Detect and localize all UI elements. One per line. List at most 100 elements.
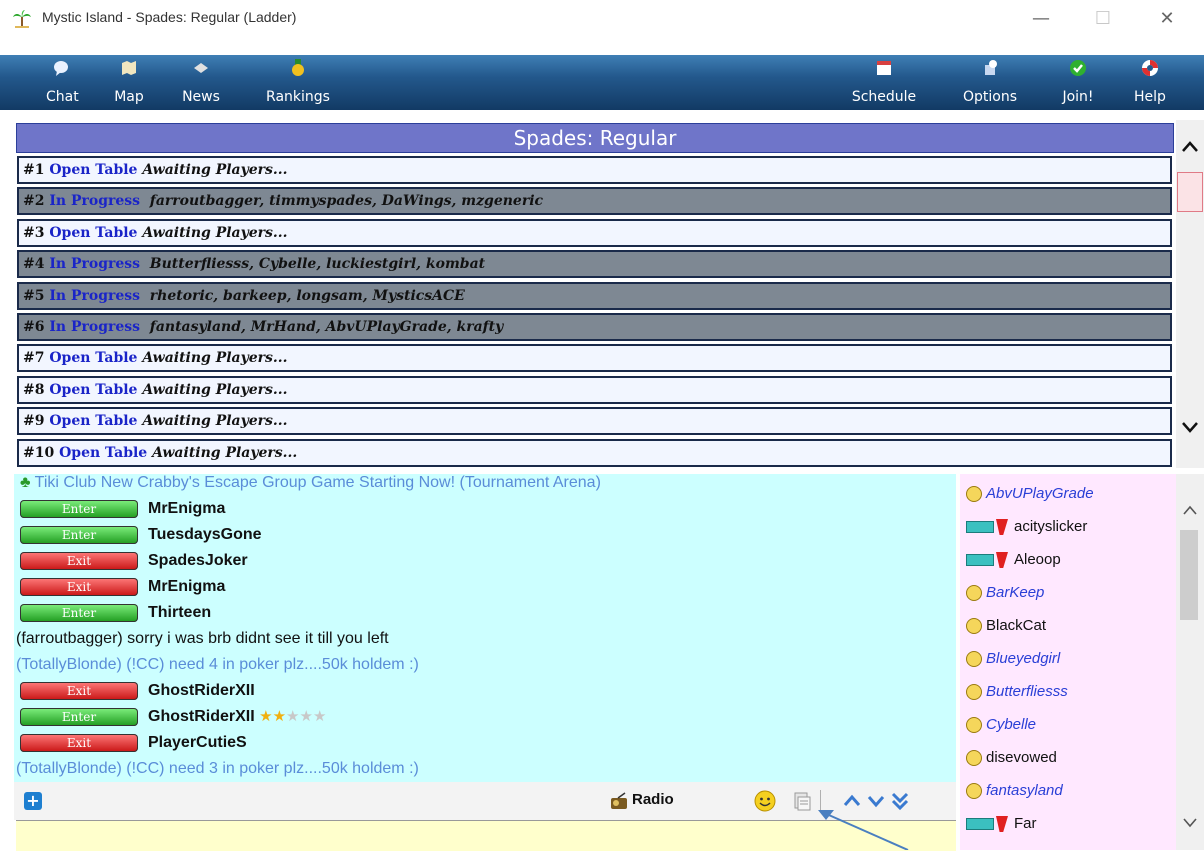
- user-list-item[interactable]: BlackCat: [966, 614, 1046, 638]
- add-button[interactable]: +: [24, 792, 42, 810]
- table-row[interactable]: #8 Open Table Awaiting Players...: [17, 375, 1172, 404]
- table-status-link[interactable]: Open Table: [49, 350, 137, 366]
- scroll-down-chat-icon[interactable]: [866, 792, 886, 810]
- toolbar-join-button[interactable]: Join!: [1056, 59, 1100, 109]
- radio-button[interactable]: Radio: [632, 791, 674, 808]
- table-row[interactable]: #3 Open Table Awaiting Players...: [17, 218, 1172, 247]
- smiley-icon[interactable]: [754, 790, 776, 812]
- medal-icon: [292, 59, 304, 76]
- table-row[interactable]: #9 Open Table Awaiting Players...: [17, 407, 1172, 436]
- user-list-item[interactable]: AbvUPlayGrade: [966, 482, 1094, 506]
- table-list-scrollbar[interactable]: [1176, 120, 1204, 468]
- chat-message: (farroutbagger) sorry i was brb didnt se…: [16, 628, 389, 650]
- table-row[interactable]: #1 Open Table Awaiting Players...: [17, 156, 1172, 184]
- drink-icon: [996, 519, 1008, 536]
- toolbar-map-button[interactable]: Map: [112, 59, 146, 109]
- table-status-link[interactable]: Open Table: [59, 445, 147, 461]
- table-status-link[interactable]: In Progress: [49, 193, 140, 209]
- user-list-item[interactable]: Butterfliesss: [966, 680, 1068, 704]
- chat-input[interactable]: [16, 820, 956, 851]
- table-players: Awaiting Players...: [142, 381, 288, 398]
- user-list-item[interactable]: disevowed: [966, 746, 1057, 770]
- chat-user-name[interactable]: MrEnigma: [148, 578, 225, 595]
- check-icon: [1070, 60, 1086, 76]
- scroll-up-chat-icon[interactable]: [842, 792, 862, 810]
- user-face-icon: [966, 618, 982, 635]
- table-number: #9: [23, 413, 45, 430]
- toolbar-schedule-button[interactable]: Schedule: [846, 59, 922, 109]
- table-status-link[interactable]: Open Table: [49, 162, 137, 178]
- user-list-scrollbar[interactable]: [1176, 474, 1204, 850]
- star-empty-icon: ★: [299, 708, 313, 725]
- table-status-link[interactable]: Open Table: [49, 225, 137, 241]
- chat-user-name[interactable]: SpadesJoker: [148, 552, 248, 569]
- table-row[interactable]: #4 In Progress Butterfliesss, Cybelle, l…: [17, 250, 1172, 279]
- toolbar-news-button[interactable]: News: [180, 59, 222, 109]
- chat-user-name[interactable]: GhostRiderXII: [148, 708, 255, 725]
- user-list-item[interactable]: acityslicker: [966, 515, 1087, 539]
- user-name: Far: [1014, 815, 1037, 832]
- user-name: Aleoop: [1014, 551, 1061, 568]
- room-header: Spades: Regular: [16, 123, 1174, 153]
- user-face-icon: [966, 585, 982, 602]
- scroll-bottom-chat-icon[interactable]: [890, 790, 910, 812]
- minimize-button[interactable]: —: [1018, 0, 1064, 38]
- window-title: Mystic Island - Spades: Regular (Ladder): [42, 9, 297, 25]
- user-name: BlackCat: [986, 617, 1047, 634]
- user-name: Cybelle: [986, 716, 1037, 733]
- table-players: Awaiting Players...: [142, 350, 288, 367]
- table-status-link[interactable]: In Progress: [49, 319, 140, 335]
- chat-message: (TotallyBlonde) (!CC) need 4 in poker pl…: [16, 654, 419, 676]
- user-list-item[interactable]: fantasyland: [966, 779, 1063, 803]
- enter-badge: Enter: [20, 707, 138, 726]
- user-list-item[interactable]: Far: [966, 812, 1037, 836]
- drink-icon: [996, 816, 1008, 833]
- chat-bubble-icon: [54, 61, 68, 76]
- table-players: Awaiting Players...: [142, 413, 288, 430]
- chat-user-name[interactable]: TuesdaysGone: [148, 526, 262, 543]
- table-row[interactable]: #10 Open Table Awaiting Players...: [17, 438, 1172, 467]
- table-players: Awaiting Players...: [142, 224, 288, 241]
- chat-log: ♣ Tiki Club New Crabby's Escape Group Ga…: [14, 474, 956, 782]
- chat-user-name[interactable]: GhostRiderXII: [148, 682, 255, 699]
- table-row[interactable]: #2 In Progress farroutbagger, timmyspade…: [17, 187, 1172, 216]
- chat-exit-line: Exit MrEnigma: [20, 576, 225, 598]
- clipboard-icon[interactable]: [792, 791, 812, 811]
- toolbar-rankings-button[interactable]: Rankings: [262, 59, 334, 109]
- user-scroll-down-icon[interactable]: [1182, 816, 1198, 828]
- user-name: AbvUPlayGrade: [986, 485, 1094, 502]
- maximize-button[interactable]: ☐: [1080, 0, 1126, 38]
- table-number: #3: [23, 224, 45, 241]
- table-row[interactable]: #6 In Progress fantasyland, MrHand, AbvU…: [17, 313, 1172, 341]
- enter-badge: Enter: [20, 525, 138, 544]
- table-row[interactable]: #7 Open Table Awaiting Players...: [17, 344, 1172, 373]
- user-list-item[interactable]: Cybelle: [966, 713, 1036, 737]
- chat-user-name[interactable]: PlayerCutieS: [148, 734, 247, 751]
- palm-tree-icon: [13, 10, 31, 28]
- table-status-link[interactable]: In Progress: [49, 256, 140, 272]
- user-scroll-up-icon[interactable]: [1182, 504, 1198, 516]
- chat-user-name[interactable]: Thirteen: [148, 604, 211, 621]
- scroll-thumb[interactable]: [1177, 172, 1203, 212]
- table-number: #7: [23, 350, 45, 367]
- toolbar-options-button[interactable]: Options: [957, 59, 1023, 109]
- table-status-link[interactable]: In Progress: [49, 288, 140, 304]
- user-list-item[interactable]: Aleoop: [966, 548, 1061, 572]
- close-button[interactable]: ✕: [1144, 0, 1190, 38]
- scroll-down-icon[interactable]: [1181, 420, 1199, 434]
- table-row[interactable]: #5 In Progress rhetoric, barkeep, longsa…: [17, 281, 1172, 310]
- user-list-item[interactable]: Blueyedgirl: [966, 647, 1060, 671]
- user-scroll-thumb[interactable]: [1180, 530, 1198, 620]
- chat-user-name[interactable]: MrEnigma: [148, 500, 225, 517]
- scroll-up-icon[interactable]: [1181, 140, 1199, 154]
- table-status-link[interactable]: Open Table: [49, 413, 137, 429]
- map-icon: [122, 61, 136, 75]
- star-filled-icon: ★: [272, 708, 287, 725]
- table-players: fantasyland, MrHand, AbvUPlayGrade, kraf…: [149, 319, 504, 335]
- user-name: fantasyland: [986, 782, 1063, 799]
- toolbar-help-button[interactable]: Help: [1130, 59, 1170, 109]
- toolbar-chat-button[interactable]: Chat: [46, 59, 79, 109]
- table-status-link[interactable]: Open Table: [49, 382, 137, 398]
- exit-badge: Exit: [20, 733, 138, 752]
- user-list-item[interactable]: BarKeep: [966, 581, 1044, 605]
